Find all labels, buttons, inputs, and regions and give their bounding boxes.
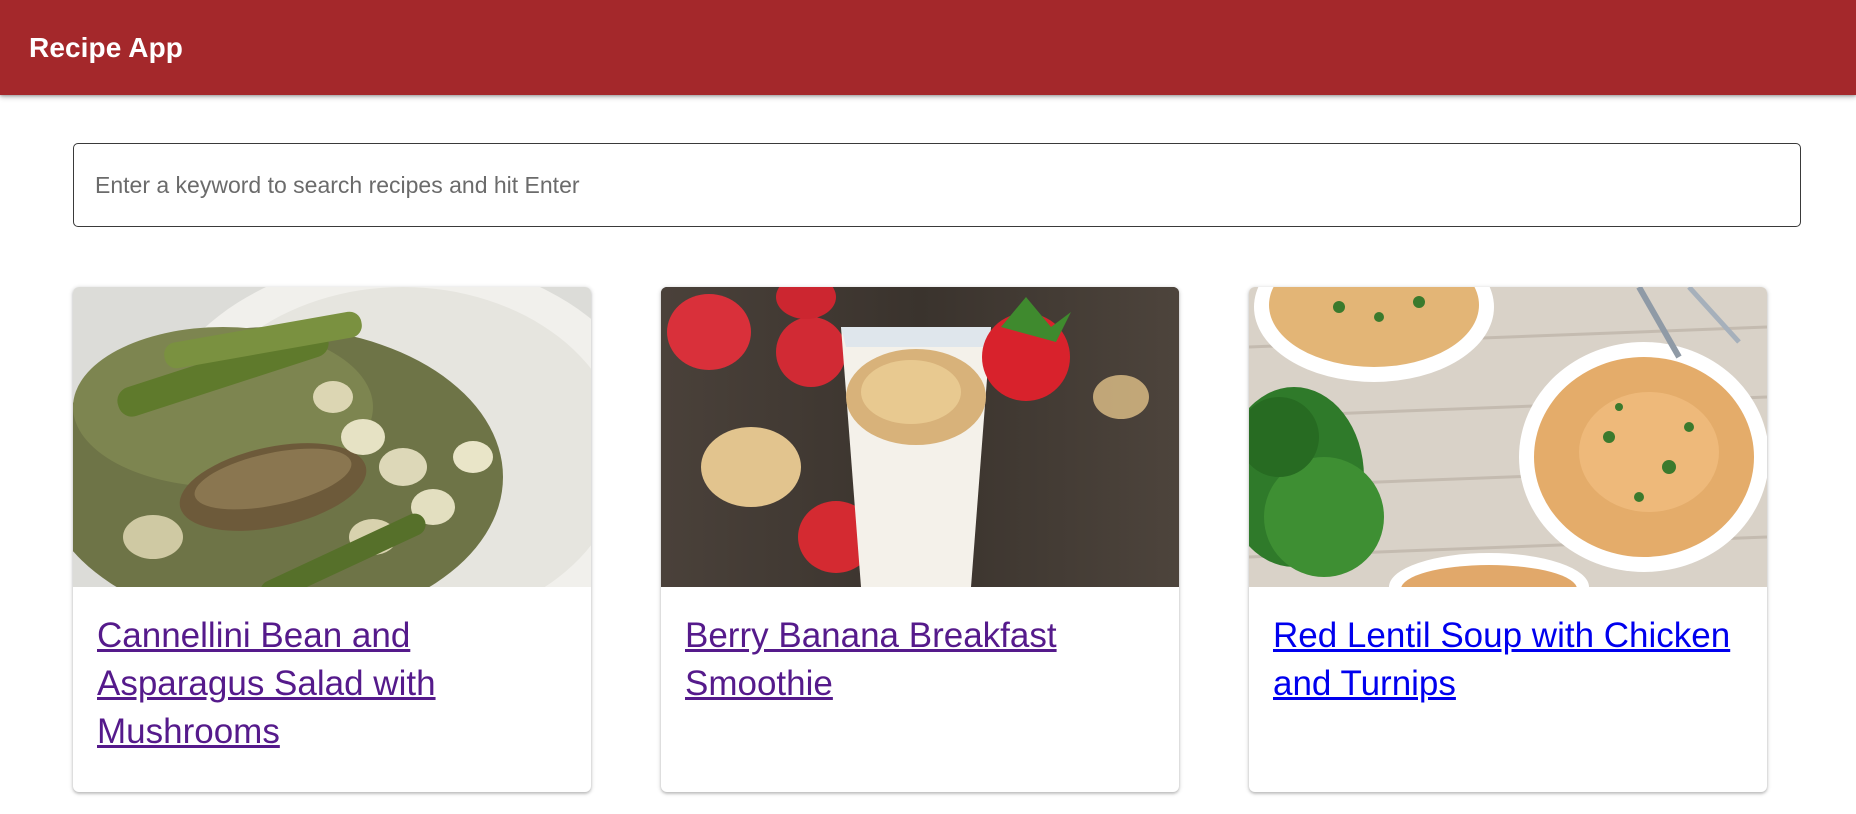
recipe-title-link[interactable]: Berry Banana Breakfast Smoothie xyxy=(685,616,1057,703)
recipe-image xyxy=(73,287,591,587)
recipe-card: Red Lentil Soup with Chicken and Turnips xyxy=(1249,287,1767,792)
recipe-title-link[interactable]: Cannellini Bean and Asparagus Salad with… xyxy=(97,616,436,751)
recipe-image xyxy=(1249,287,1767,587)
search-input[interactable] xyxy=(74,144,1800,226)
recipe-card: Berry Banana Breakfast Smoothie xyxy=(661,287,1179,792)
recipe-card: Cannellini Bean and Asparagus Salad with… xyxy=(73,287,591,792)
recipe-title-link[interactable]: Red Lentil Soup with Chicken and Turnips xyxy=(1273,616,1730,703)
recipe-image xyxy=(661,287,1179,587)
search-box[interactable] xyxy=(73,143,1801,227)
app-title: Recipe App xyxy=(29,31,183,63)
app-bar: Recipe App xyxy=(0,0,1856,95)
